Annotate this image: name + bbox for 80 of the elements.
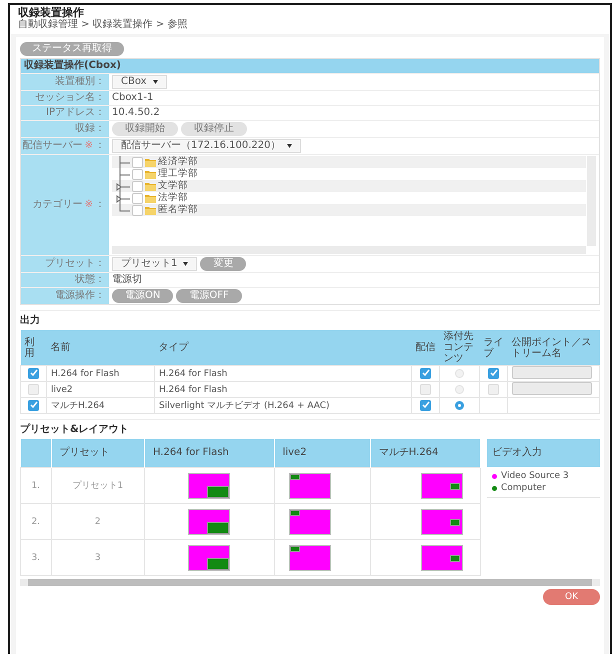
breadcrumb: 自動収録管理 > 収録装置操作 > 参照 [18,19,188,31]
column-header: 名前 [46,330,154,366]
checkbox[interactable] [28,400,39,411]
layout-thumbnail[interactable] [188,544,230,570]
tree-item-label[interactable]: 匿名学部 [158,204,198,216]
table-cell: H.264 for Flash [46,366,154,382]
table-cell: live2 [46,382,154,398]
folder-icon [145,157,156,167]
checkbox[interactable] [488,368,499,379]
caret-icon [183,262,188,266]
column-header: ビデオ入力 [487,439,600,467]
panel-title: 収録装置操作(Cbox) [21,59,599,73]
checkbox[interactable] [28,368,39,379]
layout-thumbnail[interactable] [188,472,230,498]
column-header: 公開ポイント／ストリーム名 [508,330,600,366]
layout-thumbnail[interactable] [421,508,464,534]
table-cell: Silverlight マルチビデオ (H.264 + AAC) [154,398,412,414]
field-label: 装置種別： [21,74,109,90]
field-label: 収録： [21,121,109,137]
tree-item-label[interactable]: 経済学部 [158,156,198,168]
table-cell: H.264 for Flash [154,382,412,398]
folder-icon [145,193,156,203]
field-label: 電源操作： [21,288,109,304]
caret-icon [286,144,292,148]
checkbox[interactable] [132,168,143,180]
field-label: 配信サーバー ※ ： [21,138,109,154]
section-title: 出力 [20,315,41,327]
section-title: プリセット&レイアウト [20,424,130,436]
column-header: マルチH.264 [370,439,480,468]
source-label: Video Source 3 [501,470,569,482]
checkbox[interactable] [420,400,431,411]
dropdown[interactable]: CBox [112,75,167,89]
radio-button[interactable] [455,400,464,410]
table-cell: プリセット1 [51,468,144,504]
column-header: live2 [274,439,370,468]
dropdown[interactable]: 配信サーバー（172.16.100.220） [112,139,301,153]
checkbox[interactable] [420,368,431,379]
column-header: タイプ [154,330,412,366]
column-header: 配信 [412,330,440,366]
folder-icon [145,181,156,191]
field-value: Cbox1-1 [112,92,154,104]
checkbox[interactable] [132,156,143,168]
field-value: 電源切 [112,274,142,286]
field-label: セッション名： [21,91,109,105]
layout-thumbnail[interactable] [289,472,332,498]
row-number: 2. [20,504,51,540]
folder-icon [145,205,156,215]
column-header: 添付先コンテンツ [440,330,480,366]
field-value: 10.4.50.2 [112,107,160,119]
layout-thumbnail[interactable] [289,508,332,534]
checkbox[interactable] [132,204,143,216]
tree-item-label[interactable]: 理工学部 [158,168,198,180]
column-header: H.264 for Flash [144,439,274,468]
page-title: 収録装置操作 [18,7,85,19]
field-label: カテゴリー ※ ： [21,155,109,255]
caret-icon [152,80,158,84]
tree-item-label[interactable]: 文学部 [158,180,188,192]
field-label: プリセット： [21,256,109,272]
source-label: Computer [501,482,546,494]
row-number: 3. [20,540,51,576]
horizontal-scrollbar[interactable] [20,579,600,586]
tree-item-label[interactable]: 法学部 [158,192,188,204]
checkbox[interactable] [132,180,143,192]
row-number: 1. [20,468,51,504]
field-label: IPアドレス： [21,106,109,120]
table-cell: マルチH.264 [46,398,154,414]
layout-thumbnail[interactable] [421,472,464,498]
column-header: プリセット [51,439,144,468]
dropdown[interactable]: プリセット1 [112,257,198,271]
table-cell: 2 [51,504,144,540]
layout-thumbnail[interactable] [421,544,464,570]
layout-thumbnail[interactable] [188,508,230,534]
table-cell: H.264 for Flash [154,366,412,382]
column-header: 利用 [20,330,46,366]
column-header: ライブ [480,330,508,366]
folder-icon [145,169,156,179]
checkbox[interactable] [132,192,143,204]
table-cell: 3 [51,540,144,576]
layout-thumbnail[interactable] [289,544,332,570]
field-label: 状態： [21,273,109,287]
